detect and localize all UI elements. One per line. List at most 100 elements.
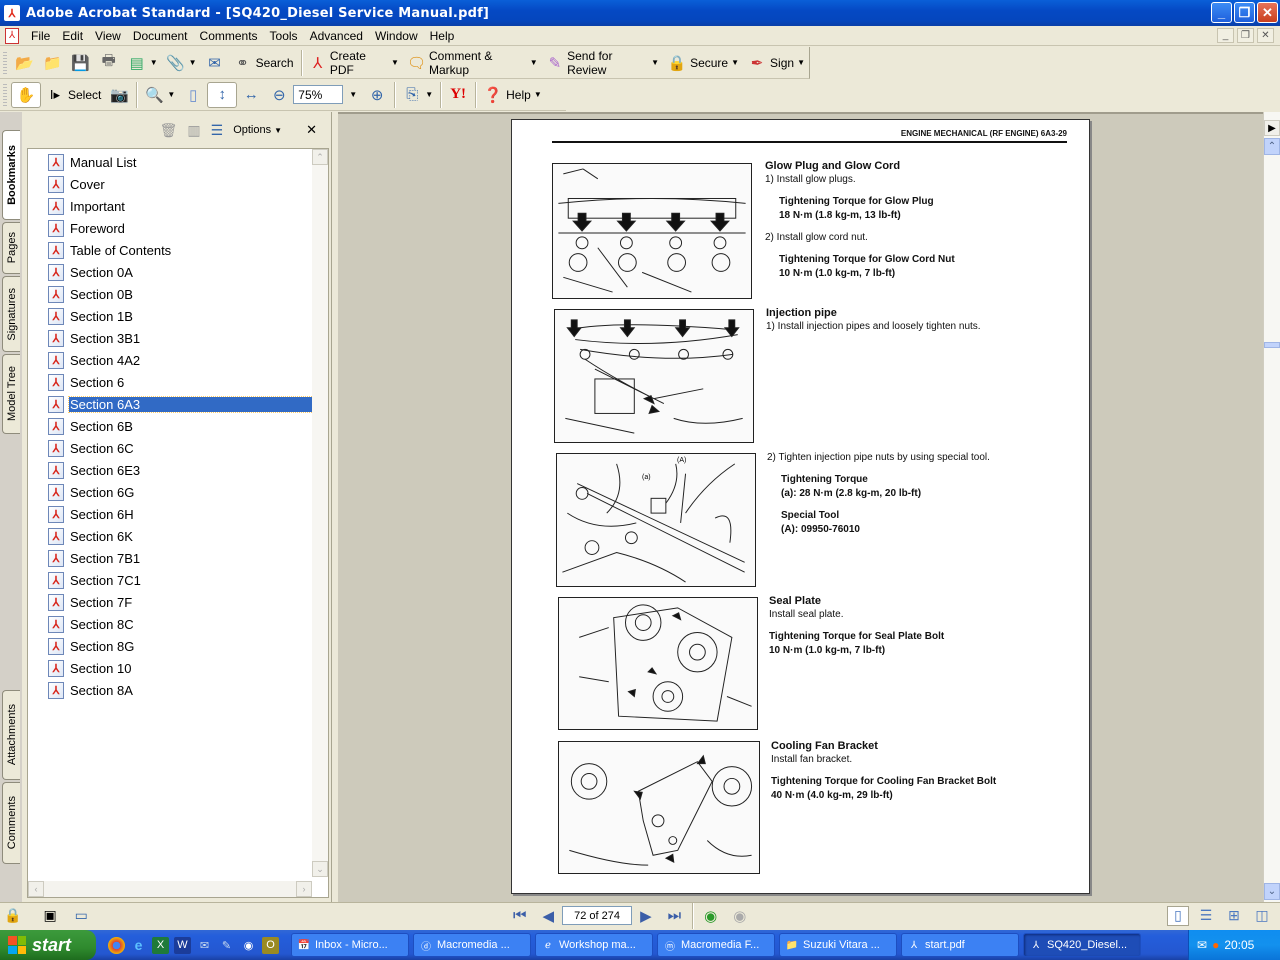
options-arrow-button[interactable]: ▶ bbox=[1264, 120, 1280, 136]
doc-minimize-button[interactable]: _ bbox=[1217, 28, 1234, 43]
tab-model-tree[interactable]: Model Tree bbox=[2, 354, 20, 434]
menu-document[interactable]: Document bbox=[127, 29, 194, 43]
bookmarks-horizontal-scrollbar[interactable]: ‹ › bbox=[28, 881, 312, 897]
tab-comments[interactable]: Comments bbox=[2, 782, 20, 864]
bookmark-item[interactable]: ⅄ Section 3B1 bbox=[28, 327, 328, 349]
taskbar-button[interactable]: 📅 Inbox - Micro... bbox=[291, 933, 409, 957]
chrome-icon[interactable] bbox=[108, 936, 125, 954]
bookmark-item[interactable]: ⅄ Section 0A bbox=[28, 261, 328, 283]
excel-icon[interactable]: X bbox=[152, 936, 169, 954]
scroll-thumb[interactable] bbox=[1264, 342, 1280, 348]
bookmark-item[interactable]: ⅄ Section 8A bbox=[28, 679, 328, 701]
print-button[interactable]: 🖶 bbox=[95, 50, 123, 76]
zoom-input[interactable]: 75% bbox=[293, 85, 344, 104]
menu-file[interactable]: File bbox=[25, 29, 56, 43]
outlook-icon[interactable]: O bbox=[262, 936, 279, 954]
rotate-view-button[interactable]: ⎘ ▼ bbox=[398, 82, 437, 108]
taskbar-button[interactable]: ⅄ SQ420_Diesel... bbox=[1023, 933, 1141, 957]
delete-bookmark-icon[interactable]: 🗑 bbox=[160, 122, 178, 139]
yahoo-button[interactable]: Y! bbox=[444, 82, 472, 108]
fit-page-button[interactable]: ↕ bbox=[207, 81, 238, 108]
bookmark-item[interactable]: ⅄ Section 6C bbox=[28, 437, 328, 459]
bookmark-item[interactable]: ⅄ Table of Contents bbox=[28, 239, 328, 261]
snapshot-button[interactable]: 📷 bbox=[105, 82, 133, 108]
menu-advanced[interactable]: Advanced bbox=[304, 29, 369, 43]
scroll-right-button[interactable]: › bbox=[296, 881, 312, 897]
bookmark-item[interactable]: ⅄ Section 6E3 bbox=[28, 459, 328, 481]
bookmark-item[interactable]: ⅄ Section 7C1 bbox=[28, 569, 328, 591]
email-button[interactable]: ✉ bbox=[201, 50, 229, 76]
update-icon[interactable]: ● bbox=[1212, 938, 1219, 952]
bookmark-item[interactable]: ⅄ Section 7F bbox=[28, 591, 328, 613]
scroll-up-button[interactable]: ⌃ bbox=[312, 149, 328, 165]
continuous-button[interactable]: ☰ bbox=[1195, 906, 1217, 926]
page-thumbnail-icon[interactable]: ▣ bbox=[43, 907, 56, 924]
open-button[interactable]: 📂 bbox=[11, 50, 39, 76]
sign-button[interactable]: ✒ Sign ▼ bbox=[743, 50, 809, 76]
scroll-down-button[interactable]: ⌄ bbox=[312, 861, 328, 877]
comment-markup-button[interactable]: 🗨 Comment & Markup ▼ bbox=[403, 49, 542, 77]
scroll-left-button[interactable]: ‹ bbox=[28, 881, 44, 897]
previous-view-button[interactable]: ◉ bbox=[704, 907, 717, 925]
bookmark-item[interactable]: ⅄ Section 8G bbox=[28, 635, 328, 657]
taskbar-button[interactable]: ⓜ Macromedia F... bbox=[657, 933, 775, 957]
search-button[interactable]: ⚭ Search bbox=[229, 50, 298, 76]
zoom-in-tool-button[interactable]: 🔍 ▼ bbox=[140, 82, 179, 108]
bookmark-item[interactable]: ⅄ Section 6H bbox=[28, 503, 328, 525]
bookmark-item[interactable]: ⅄ Section 10 bbox=[28, 657, 328, 679]
bookmark-item[interactable]: ⅄ Section 4A2 bbox=[28, 349, 328, 371]
close-button[interactable]: ✕ bbox=[1257, 2, 1278, 23]
menu-window[interactable]: Window bbox=[369, 29, 424, 43]
bookmark-item[interactable]: ⅄ Manual List bbox=[28, 151, 328, 173]
menu-edit[interactable]: Edit bbox=[56, 29, 89, 43]
bookmark-item[interactable]: ⅄ Section 0B bbox=[28, 283, 328, 305]
document-vertical-scrollbar[interactable]: ▶ ⌃ ⌄ bbox=[1263, 112, 1280, 902]
continuous-facing-button[interactable]: ⊞ bbox=[1223, 906, 1245, 926]
zoom-dropdown[interactable]: ▼ bbox=[349, 90, 357, 99]
menu-help[interactable]: Help bbox=[424, 29, 461, 43]
tab-pages[interactable]: Pages bbox=[2, 222, 20, 274]
bookmark-item[interactable]: ⅄ Section 6G bbox=[28, 481, 328, 503]
toolbar-grip[interactable] bbox=[3, 83, 7, 106]
options-button[interactable]: Options ▼ bbox=[233, 124, 282, 136]
bookmark-item[interactable]: ⅄ Section 6A3 bbox=[28, 393, 328, 415]
tasks-button[interactable]: ▤ ▼ bbox=[123, 50, 162, 76]
bookmark-item[interactable]: ⅄ Section 1B bbox=[28, 305, 328, 327]
send-review-button[interactable]: ✎ Send for Review ▼ bbox=[542, 49, 663, 77]
help-button[interactable]: ❓ Help ▼ bbox=[479, 82, 546, 108]
restore-button[interactable]: ❐ bbox=[1234, 2, 1255, 23]
secure-button[interactable]: 🔒 Secure ▼ bbox=[663, 50, 743, 76]
bookmark-item[interactable]: ⅄ Cover bbox=[28, 173, 328, 195]
taskbar-button[interactable]: ⅄ start.pdf bbox=[901, 933, 1019, 957]
organizer-button[interactable]: 📁 bbox=[39, 50, 67, 76]
hand-tool-button[interactable]: ✋ bbox=[11, 81, 41, 108]
tab-attachments[interactable]: Attachments bbox=[2, 690, 20, 780]
bookmark-item[interactable]: ⅄ Foreword bbox=[28, 217, 328, 239]
bookmark-item[interactable]: ⅄ Section 6B bbox=[28, 415, 328, 437]
attach-button[interactable]: 📎 ▼ bbox=[162, 50, 201, 76]
menu-view[interactable]: View bbox=[89, 29, 127, 43]
expand-bookmark-icon[interactable]: ☰ bbox=[211, 122, 224, 139]
notepad-icon[interactable]: ✎ bbox=[218, 937, 235, 954]
bookmark-item[interactable]: ⅄ Section 8C bbox=[28, 613, 328, 635]
page-number-input[interactable]: 72 of 274 bbox=[562, 906, 633, 925]
new-bookmark-icon[interactable]: ▥ bbox=[187, 122, 200, 139]
actual-size-button[interactable]: ▯ bbox=[179, 82, 207, 108]
minimize-button[interactable]: _ bbox=[1211, 2, 1232, 23]
doc-restore-button[interactable]: ❐ bbox=[1237, 28, 1254, 43]
start-button[interactable]: start bbox=[0, 930, 96, 960]
taskbar-button[interactable]: ℯ Workshop ma... bbox=[535, 933, 653, 957]
bookmarks-vertical-scrollbar[interactable]: ⌃ ⌄ bbox=[312, 149, 328, 877]
tab-signatures[interactable]: Signatures bbox=[2, 276, 20, 352]
document-icon[interactable]: ⅄ bbox=[5, 27, 19, 44]
bookmark-item[interactable]: ⅄ Important bbox=[28, 195, 328, 217]
bookmark-item[interactable]: ⅄ Section 6 bbox=[28, 371, 328, 393]
scroll-down-button[interactable]: ⌄ bbox=[1264, 883, 1280, 900]
doc-close-button[interactable]: ✕ bbox=[1257, 28, 1274, 43]
taskbar-button[interactable]: 📁 Suzuki Vitara ... bbox=[779, 933, 897, 957]
scroll-up-button[interactable]: ⌃ bbox=[1264, 138, 1280, 155]
tab-bookmarks[interactable]: Bookmarks bbox=[2, 130, 20, 220]
menu-tools[interactable]: Tools bbox=[264, 29, 304, 43]
create-pdf-button[interactable]: ⅄ Create PDF ▼ bbox=[305, 49, 403, 77]
last-page-button[interactable]: ⏭ bbox=[668, 907, 682, 924]
